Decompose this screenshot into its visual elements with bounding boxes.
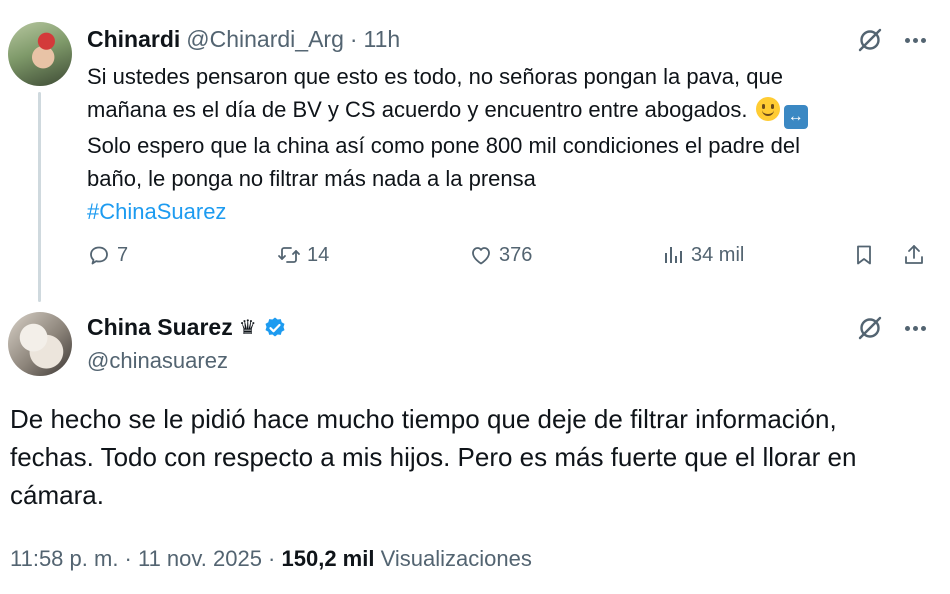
avatar-chinardi[interactable] bbox=[8, 22, 72, 86]
tweet-text-line: mañana es el día de BV y CS acuerdo y en… bbox=[87, 97, 748, 122]
tweet-text: Si ustedes pensaron que esto es todo, no… bbox=[87, 60, 927, 228]
tweet-text-line-with-emoji: mañana es el día de BV y CS acuerdo y en… bbox=[87, 93, 927, 129]
views-button[interactable]: 34 mil bbox=[661, 243, 744, 267]
thread-line bbox=[38, 92, 41, 302]
tweet-text-line: Si ustedes pensaron que esto es todo, no… bbox=[87, 64, 783, 89]
timestamp[interactable]: 11:58 p. m. · 11 nov. 2025 · bbox=[10, 546, 275, 571]
repost-count: 14 bbox=[307, 243, 330, 266]
author-handle[interactable]: @chinasuarez bbox=[87, 348, 228, 374]
grok-icon[interactable] bbox=[856, 314, 884, 342]
repost-icon bbox=[278, 247, 300, 263]
tweet-actions: 7 14 376 34 mil bbox=[87, 240, 937, 274]
views-icon bbox=[665, 247, 682, 263]
time-ago[interactable]: 11h bbox=[364, 26, 401, 53]
avatar-chinasuarez[interactable] bbox=[8, 312, 72, 376]
tweet-text-line: De hecho se le pidió hace mucho tiempo q… bbox=[10, 404, 837, 434]
reply-count: 7 bbox=[117, 243, 129, 266]
verified-icon[interactable] bbox=[263, 316, 287, 340]
views-total: 150,2 mil bbox=[281, 546, 375, 571]
author-name[interactable]: China Suarez bbox=[87, 314, 233, 341]
crown-icon: ♛ bbox=[238, 317, 257, 339]
tweet-text-line: baño, le ponga no filtrar más nada a la … bbox=[87, 166, 536, 191]
reply-button[interactable]: 7 bbox=[87, 243, 128, 267]
bookmark-icon bbox=[857, 245, 871, 265]
like-button[interactable]: 376 bbox=[469, 243, 532, 267]
author-name-row: China Suarez ♛ bbox=[87, 314, 287, 341]
tweet-text: De hecho se le pidió hace mucho tiempo q… bbox=[10, 400, 940, 514]
separator: · bbox=[349, 26, 358, 52]
reply-icon bbox=[90, 246, 108, 265]
like-count: 376 bbox=[499, 243, 533, 266]
views-label: Visualizaciones bbox=[380, 546, 532, 571]
hashtag-link[interactable]: #ChinaSuarez bbox=[87, 195, 927, 228]
tweet-text-line: fechas. Todo con respecto a mis hijos. P… bbox=[10, 442, 857, 472]
repost-button[interactable]: 14 bbox=[277, 243, 329, 267]
left-right-arrow-emoji-icon: ↔ bbox=[783, 105, 808, 129]
tweet-text-line: Solo espero que la china así como pone 8… bbox=[87, 133, 801, 158]
author-name[interactable]: Chinardi bbox=[87, 26, 180, 53]
share-icon bbox=[905, 245, 923, 264]
grok-icon[interactable] bbox=[856, 26, 884, 54]
like-icon bbox=[472, 247, 490, 265]
smiling-face-emoji-icon bbox=[755, 97, 780, 121]
more-icon[interactable] bbox=[900, 314, 930, 342]
more-icon[interactable] bbox=[900, 26, 930, 54]
author-handle[interactable]: @Chinardi_Arg bbox=[186, 26, 344, 53]
share-button[interactable] bbox=[902, 243, 926, 267]
tweet-text-line: cámara. bbox=[10, 480, 104, 510]
tweet-header: Chinardi @Chinardi_Arg · 11h bbox=[87, 26, 400, 53]
views-count: 34 mil bbox=[691, 243, 745, 266]
tweet-meta: 11:58 p. m. · 11 nov. 2025 · 150,2 mil V… bbox=[10, 546, 532, 572]
bookmark-button[interactable] bbox=[852, 243, 876, 267]
